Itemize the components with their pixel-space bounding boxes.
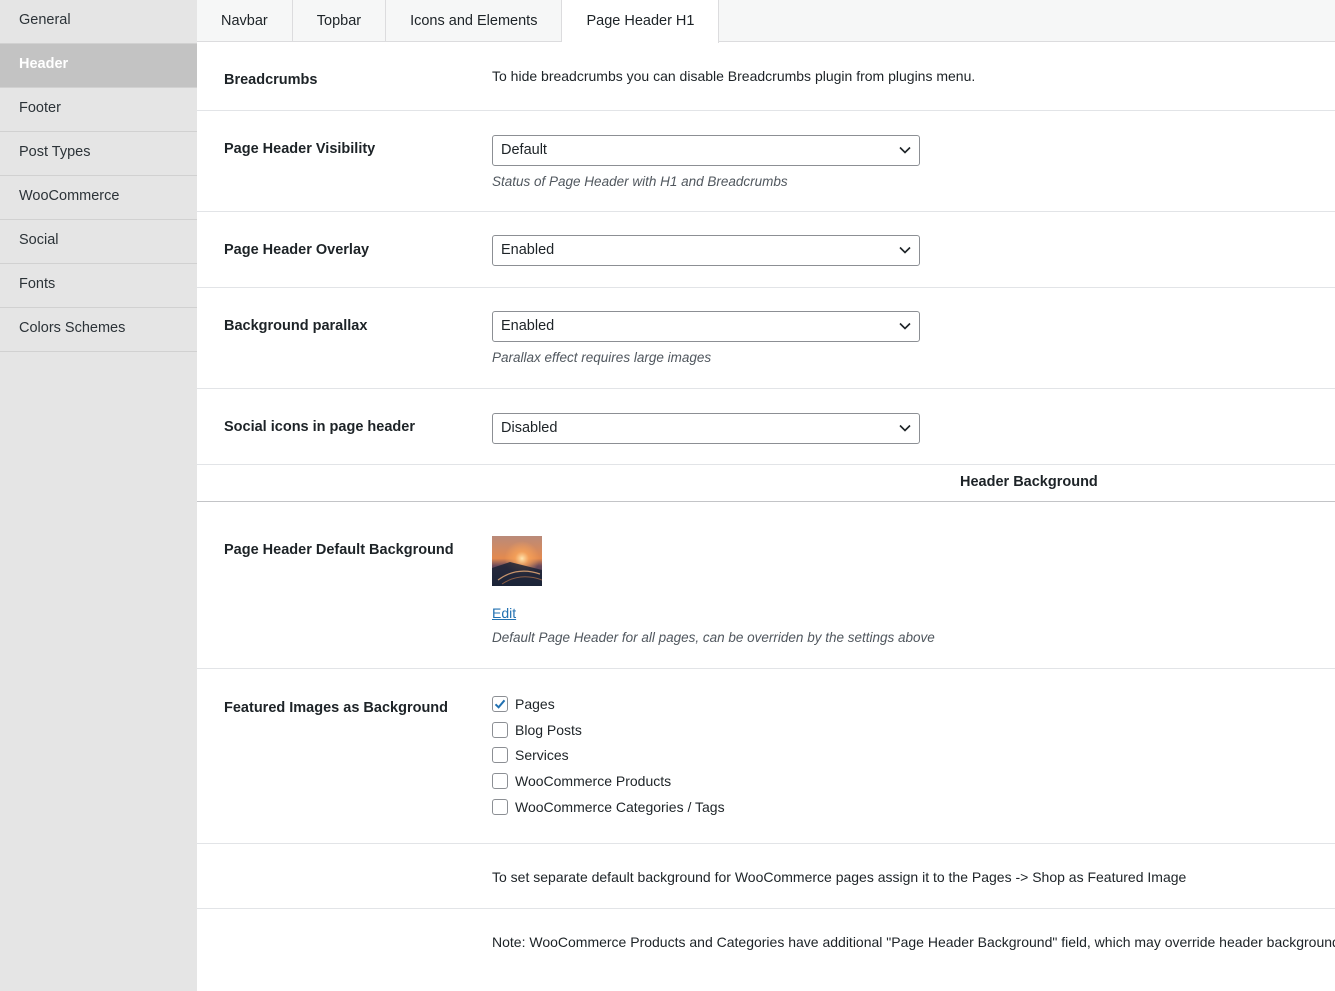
option-blog-posts: Blog Posts [492,717,725,743]
visibility-row: Page Header Visibility Default Status of… [197,111,1335,212]
chevron-down-icon [899,146,911,154]
option-pages: Pages [492,691,725,717]
overlay-row: Page Header Overlay Enabled [197,212,1335,288]
tab-page-header-h1[interactable]: Page Header H1 [562,0,720,43]
woocommerce-categories-label: WooCommerce Categories / Tags [515,798,725,815]
option-services: Services [492,742,725,768]
sidebar-item-footer[interactable]: Footer [0,88,197,132]
breadcrumbs-label: Breadcrumbs [224,72,318,88]
woocommerce-categories-checkbox[interactable] [492,798,508,815]
featured-images-options: Pages Blog Posts Services WooCommerce Pr… [492,691,725,819]
tab-icons-and-elements[interactable]: Icons and Elements [386,0,563,42]
services-checkbox[interactable] [492,747,508,764]
sidebar-item-general[interactable]: General [0,0,197,44]
parallax-select[interactable]: Enabled [492,311,920,342]
section-heading: Header Background [960,474,1098,490]
settings-panel: Navbar Topbar Icons and Elements Page He… [197,0,1335,991]
chevron-down-icon [899,322,911,330]
parallax-label: Background parallax [224,318,368,334]
option-woocommerce-categories: WooCommerce Categories / Tags [492,794,725,820]
background-image-thumbnail[interactable] [492,536,542,586]
social-icons-select[interactable]: Disabled [492,413,920,444]
sidebar-item-colors-schemes[interactable]: Colors Schemes [0,308,197,352]
social-icons-label: Social icons in page header [224,419,415,435]
breadcrumbs-row: Breadcrumbs To hide breadcrumbs you can … [197,42,1335,111]
social-icons-row: Social icons in page header Disabled [197,389,1335,465]
header-background-section [197,465,1335,502]
social-icons-select-value: Disabled [501,420,558,436]
shop-note-text: To set separate default background for W… [492,869,1187,885]
parallax-description: Parallax effect requires large images [492,350,712,365]
featured-images-row: Featured Images as Background Pages Blog… [197,669,1335,844]
breadcrumbs-info: To hide breadcrumbs you can disable Brea… [492,68,976,84]
blog-posts-checkbox[interactable] [492,721,508,738]
sidebar-item-woocommerce[interactable]: WooCommerce [0,176,197,220]
checkmark-icon [494,699,506,709]
sidebar-item-social[interactable]: Social [0,220,197,264]
chevron-down-icon [899,246,911,254]
featured-images-label: Featured Images as Background [224,700,449,716]
pages-label: Pages [515,695,555,712]
settings-sidebar: General Header Footer Post Types WooComm… [0,0,197,991]
sidebar-item-post-types[interactable]: Post Types [0,132,197,176]
tab-topbar[interactable]: Topbar [293,0,387,42]
default-background-description: Default Page Header for all pages, can b… [492,630,935,645]
sidebar-item-header[interactable]: Header [0,44,197,88]
overlay-select-value: Enabled [501,242,555,258]
parallax-row: Background parallax Enabled Parallax eff… [197,288,1335,389]
pages-checkbox[interactable] [492,695,508,712]
blog-posts-label: Blog Posts [515,721,582,738]
overlay-select[interactable]: Enabled [492,235,920,266]
woocommerce-products-checkbox[interactable] [492,772,508,789]
default-background-label: Page Header Default Background [224,542,454,558]
parallax-select-value: Enabled [501,318,555,334]
tab-bar: Navbar Topbar Icons and Elements Page He… [197,0,1335,43]
woocommerce-products-label: WooCommerce Products [515,772,672,789]
visibility-select[interactable]: Default [492,135,920,166]
services-label: Services [515,747,569,764]
visibility-description: Status of Page Header with H1 and Breadc… [492,174,788,189]
sidebar-item-fonts[interactable]: Fonts [0,264,197,308]
edit-background-link[interactable]: Edit [492,605,516,621]
visibility-select-value: Default [501,142,547,158]
chevron-down-icon [899,424,911,432]
visibility-label: Page Header Visibility [224,141,376,157]
default-background-row: Page Header Default Background Edit Defa… [197,502,1335,669]
overlay-label: Page Header Overlay [224,242,370,258]
shop-note-row: To set separate default background for W… [197,844,1335,909]
override-note-row: Note: WooCommerce Products and Categorie… [197,909,1335,991]
tab-navbar[interactable]: Navbar [197,0,293,42]
override-note-text: Note: WooCommerce Products and Categorie… [492,934,1335,950]
option-woocommerce-products: WooCommerce Products [492,768,725,794]
